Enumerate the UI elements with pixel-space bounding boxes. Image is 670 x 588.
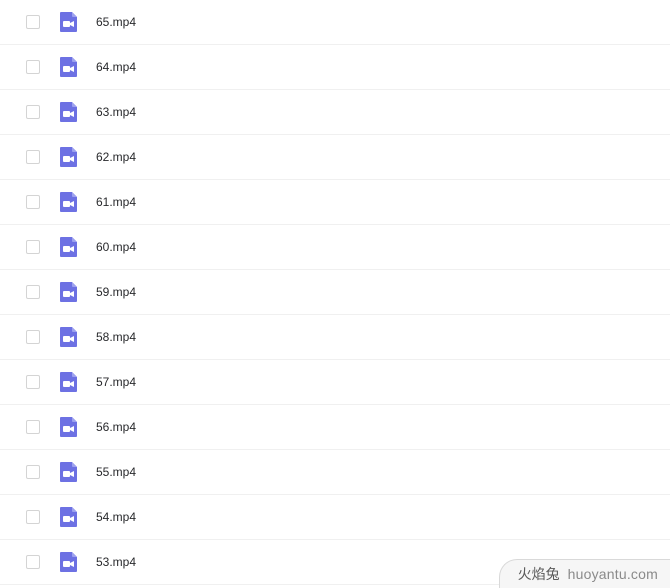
watermark-en: huoyantu.com xyxy=(568,566,658,582)
file-name: 54.mp4 xyxy=(96,510,136,524)
file-row[interactable]: 64.mp4 xyxy=(0,45,670,90)
video-file-icon xyxy=(58,236,80,258)
file-checkbox[interactable] xyxy=(26,105,40,119)
file-row[interactable]: 65.mp4 xyxy=(0,0,670,45)
watermark-cn: 火焰兔 xyxy=(518,564,560,584)
video-file-icon xyxy=(58,281,80,303)
video-file-icon xyxy=(58,551,80,573)
file-name: 55.mp4 xyxy=(96,465,136,479)
file-checkbox[interactable] xyxy=(26,420,40,434)
file-checkbox[interactable] xyxy=(26,15,40,29)
file-row[interactable]: 56.mp4 xyxy=(0,405,670,450)
video-file-icon xyxy=(58,146,80,168)
video-file-icon xyxy=(58,506,80,528)
file-checkbox[interactable] xyxy=(26,555,40,569)
file-name: 58.mp4 xyxy=(96,330,136,344)
video-file-icon xyxy=(58,371,80,393)
file-name: 60.mp4 xyxy=(96,240,136,254)
file-name: 63.mp4 xyxy=(96,105,136,119)
file-checkbox[interactable] xyxy=(26,240,40,254)
file-row[interactable]: 57.mp4 xyxy=(0,360,670,405)
file-name: 59.mp4 xyxy=(96,285,136,299)
video-file-icon xyxy=(58,191,80,213)
file-name: 62.mp4 xyxy=(96,150,136,164)
video-file-icon xyxy=(58,101,80,123)
file-row[interactable]: 54.mp4 xyxy=(0,495,670,540)
file-row[interactable]: 62.mp4 xyxy=(0,135,670,180)
file-name: 53.mp4 xyxy=(96,555,136,569)
file-checkbox[interactable] xyxy=(26,375,40,389)
file-row[interactable]: 59.mp4 xyxy=(0,270,670,315)
video-file-icon xyxy=(58,416,80,438)
video-file-icon xyxy=(58,11,80,33)
file-checkbox[interactable] xyxy=(26,60,40,74)
file-checkbox[interactable] xyxy=(26,330,40,344)
video-file-icon xyxy=(58,191,80,213)
file-row[interactable]: 60.mp4 xyxy=(0,225,670,270)
video-file-icon xyxy=(58,416,80,438)
video-file-icon xyxy=(58,56,80,78)
video-file-icon xyxy=(58,101,80,123)
file-row[interactable]: 63.mp4 xyxy=(0,90,670,135)
file-name: 65.mp4 xyxy=(96,15,136,29)
video-file-icon xyxy=(58,326,80,348)
file-name: 64.mp4 xyxy=(96,60,136,74)
file-checkbox[interactable] xyxy=(26,465,40,479)
file-row[interactable]: 61.mp4 xyxy=(0,180,670,225)
video-file-icon xyxy=(58,146,80,168)
video-file-icon xyxy=(58,326,80,348)
video-file-icon xyxy=(58,281,80,303)
video-file-icon xyxy=(58,551,80,573)
video-file-icon xyxy=(58,11,80,33)
watermark-badge: 火焰兔 huoyantu.com xyxy=(499,559,670,588)
video-file-icon xyxy=(58,236,80,258)
video-file-icon xyxy=(58,461,80,483)
video-file-icon xyxy=(58,56,80,78)
file-row[interactable]: 58.mp4 xyxy=(0,315,670,360)
file-name: 56.mp4 xyxy=(96,420,136,434)
file-name: 61.mp4 xyxy=(96,195,136,209)
video-file-icon xyxy=(58,371,80,393)
video-file-icon xyxy=(58,461,80,483)
file-checkbox[interactable] xyxy=(26,195,40,209)
file-checkbox[interactable] xyxy=(26,510,40,524)
file-checkbox[interactable] xyxy=(26,285,40,299)
file-list: 65.mp4 64.mp4 63.mp4 62.mp4 61.mp4 60.mp… xyxy=(0,0,670,585)
video-file-icon xyxy=(58,506,80,528)
file-checkbox[interactable] xyxy=(26,150,40,164)
file-name: 57.mp4 xyxy=(96,375,136,389)
file-row[interactable]: 55.mp4 xyxy=(0,450,670,495)
